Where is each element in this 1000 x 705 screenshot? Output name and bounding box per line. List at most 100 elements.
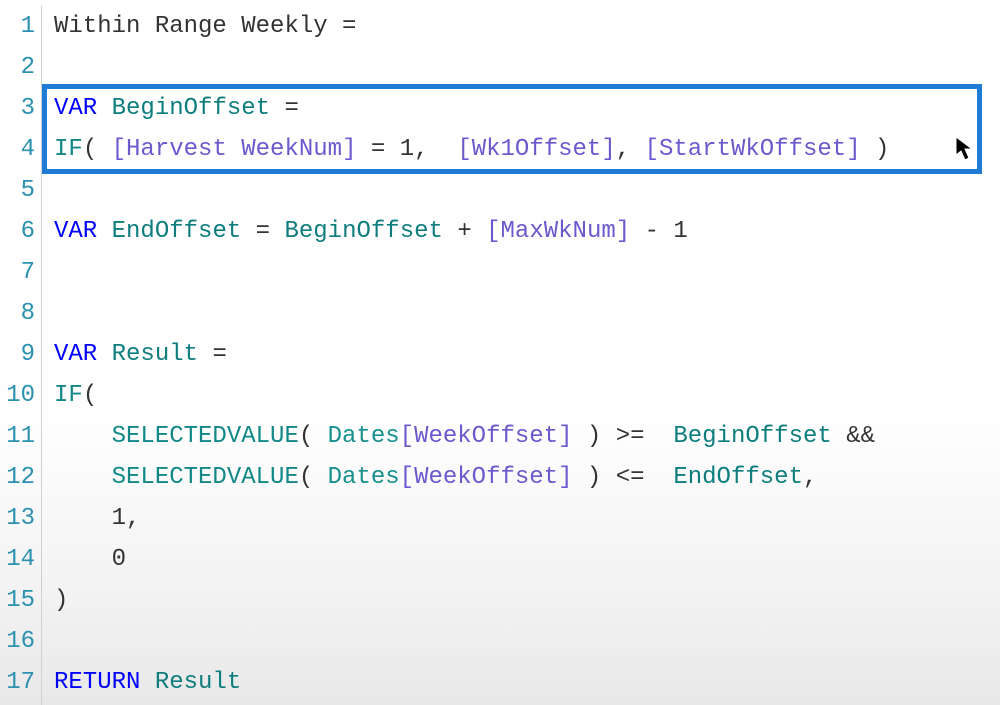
line-number: 17: [0, 662, 41, 703]
code-line[interactable]: [54, 47, 1000, 88]
token-plain: [601, 464, 615, 491]
token-op: ): [875, 136, 889, 163]
token-plain: [385, 136, 399, 163]
token-var: BeginOffset: [112, 95, 270, 122]
token-op: -: [645, 218, 659, 245]
token-op: &&: [846, 423, 875, 450]
token-plain: [313, 464, 327, 491]
token-kw: VAR: [54, 95, 97, 122]
token-op: (: [299, 464, 313, 491]
token-mea: [WeekOffset]: [400, 423, 573, 450]
token-plain: [645, 464, 674, 491]
token-num: 1: [112, 505, 126, 532]
code-line[interactable]: [54, 252, 1000, 293]
token-op: =: [371, 136, 385, 163]
token-op: =: [256, 218, 270, 245]
token-plain: [313, 423, 327, 450]
token-op: ,: [414, 136, 428, 163]
token-plain: [241, 218, 255, 245]
code-line[interactable]: [54, 293, 1000, 334]
token-plain: [198, 341, 212, 368]
token-plain: [601, 423, 615, 450]
token-plain: [472, 218, 486, 245]
token-var: Result: [155, 669, 241, 696]
line-number: 16: [0, 621, 41, 662]
token-tbl: Dates: [328, 423, 400, 450]
token-fn: SELECTEDVALUE: [112, 423, 299, 450]
token-num: 0: [112, 546, 126, 573]
line-number: 9: [0, 334, 41, 375]
line-number: 11: [0, 416, 41, 457]
line-number: 5: [0, 170, 41, 211]
token-kw: RETURN: [54, 669, 140, 696]
code-line[interactable]: 0: [54, 539, 1000, 580]
token-plain: [140, 669, 154, 696]
token-op: (: [83, 136, 97, 163]
token-plain: [443, 218, 457, 245]
token-kw: VAR: [54, 218, 97, 245]
token-op: <=: [616, 464, 645, 491]
token-num: 1: [673, 218, 687, 245]
token-op: (: [299, 423, 313, 450]
token-plain: Within Range Weekly: [54, 13, 342, 40]
code-line[interactable]: 1,: [54, 498, 1000, 539]
code-line[interactable]: [54, 170, 1000, 211]
line-number: 7: [0, 252, 41, 293]
token-plain: [54, 546, 112, 573]
token-plain: [270, 95, 284, 122]
token-op: ): [54, 587, 68, 614]
code-line[interactable]: Within Range Weekly =: [54, 6, 1000, 47]
token-op: ,: [616, 136, 630, 163]
token-plain: [356, 136, 370, 163]
code-line[interactable]: ): [54, 580, 1000, 621]
line-number: 1: [0, 6, 41, 47]
token-op: (: [83, 382, 97, 409]
token-mea: [StartWkOffset]: [645, 136, 861, 163]
line-number: 2: [0, 47, 41, 88]
token-plain: [97, 218, 111, 245]
token-op: =: [284, 95, 298, 122]
token-fn: SELECTEDVALUE: [112, 464, 299, 491]
token-op: ): [587, 464, 601, 491]
token-plain: [573, 464, 587, 491]
line-number: 4: [0, 129, 41, 170]
code-line[interactable]: VAR Result =: [54, 334, 1000, 375]
code-line[interactable]: [54, 621, 1000, 662]
code-line[interactable]: SELECTEDVALUE( Dates[WeekOffset] ) >= Be…: [54, 416, 1000, 457]
token-mea: [WeekOffset]: [400, 464, 573, 491]
line-number: 6: [0, 211, 41, 252]
code-area[interactable]: Within Range Weekly =VAR BeginOffset =IF…: [42, 6, 1000, 705]
token-plain: [832, 423, 846, 450]
token-plain: [630, 218, 644, 245]
token-plain: [573, 423, 587, 450]
token-op: ,: [126, 505, 140, 532]
code-line[interactable]: VAR EndOffset = BeginOffset + [MaxWkNum]…: [54, 211, 1000, 252]
token-plain: [630, 136, 644, 163]
code-line[interactable]: IF(: [54, 375, 1000, 416]
token-fn: IF: [54, 382, 83, 409]
code-line[interactable]: VAR BeginOffset =: [54, 88, 1000, 129]
code-line[interactable]: IF( [Harvest WeekNum] = 1, [Wk1Offset], …: [54, 129, 1000, 170]
token-plain: [270, 218, 284, 245]
token-mea: [Harvest WeekNum]: [112, 136, 357, 163]
code-line[interactable]: RETURN Result: [54, 662, 1000, 703]
line-number-gutter: 1234567891011121314151617: [0, 6, 42, 705]
token-kw: VAR: [54, 341, 97, 368]
line-number: 3: [0, 88, 41, 129]
token-plain: [429, 136, 458, 163]
token-op: ,: [803, 464, 817, 491]
token-plain: [54, 423, 112, 450]
line-number: 14: [0, 539, 41, 580]
token-tbl: Dates: [328, 464, 400, 491]
code-editor[interactable]: 1234567891011121314151617 Within Range W…: [0, 0, 1000, 705]
token-fn: IF: [54, 136, 83, 163]
code-line[interactable]: SELECTEDVALUE( Dates[WeekOffset] ) <= En…: [54, 457, 1000, 498]
line-number: 8: [0, 293, 41, 334]
token-op: +: [457, 218, 471, 245]
line-number: 12: [0, 457, 41, 498]
token-var: Result: [112, 341, 198, 368]
token-op: ): [587, 423, 601, 450]
token-plain: [645, 423, 674, 450]
line-number: 10: [0, 375, 41, 416]
token-plain: [54, 505, 112, 532]
